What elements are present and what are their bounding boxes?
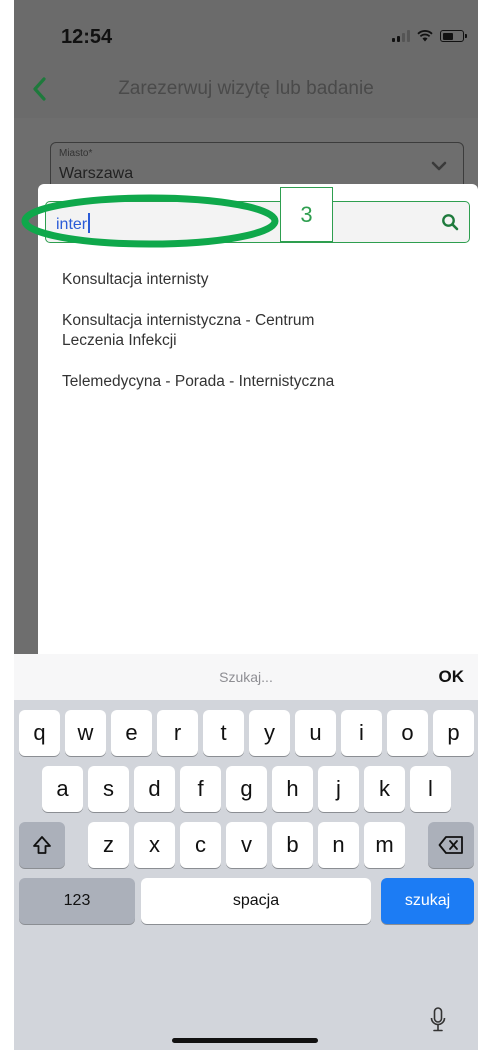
backspace-key[interactable] xyxy=(428,822,474,868)
key-i[interactable]: i xyxy=(341,710,382,756)
key-x[interactable]: x xyxy=(134,822,175,868)
key-u[interactable]: u xyxy=(295,710,336,756)
keyboard-placeholder: Szukaj... xyxy=(219,669,273,685)
signal-icon xyxy=(392,30,410,42)
key-n[interactable]: n xyxy=(318,822,359,868)
result-item-label: Konsultacja internisty xyxy=(62,271,209,288)
key-y[interactable]: y xyxy=(249,710,290,756)
key-p[interactable]: p xyxy=(433,710,474,756)
key-w[interactable]: w xyxy=(65,710,106,756)
key-e[interactable]: e xyxy=(111,710,152,756)
key-d[interactable]: d xyxy=(134,766,175,812)
wifi-icon xyxy=(417,30,433,42)
battery-icon xyxy=(440,30,467,42)
microphone-icon[interactable] xyxy=(430,1007,446,1033)
key-r[interactable]: r xyxy=(157,710,198,756)
result-item-label: Telemedycyna - Porada - Internistyczna xyxy=(62,373,335,390)
keyboard-ok-button[interactable]: OK xyxy=(439,667,465,687)
result-item-label: Konsultacja internistyczna - Centrum xyxy=(62,312,315,329)
results-list: Konsultacja internisty Konsultacja inter… xyxy=(62,270,462,413)
result-item[interactable]: Konsultacja internistyczna - Centrum Lec… xyxy=(62,311,462,351)
shift-icon xyxy=(33,836,51,854)
key-q[interactable]: q xyxy=(19,710,60,756)
key-k[interactable]: k xyxy=(364,766,405,812)
key-o[interactable]: o xyxy=(387,710,428,756)
city-value: Warszawa xyxy=(59,165,134,182)
search-modal: inter Konsultacja internisty Konsultacja… xyxy=(38,184,478,654)
step-number-badge: 3 xyxy=(280,187,333,242)
key-j[interactable]: j xyxy=(318,766,359,812)
city-label: Miasto* xyxy=(59,148,93,159)
key-m[interactable]: m xyxy=(364,822,405,868)
key-s[interactable]: s xyxy=(88,766,129,812)
numbers-key[interactable]: 123 xyxy=(19,878,135,924)
app-header: Zarezerwuj wizytę lub badanie xyxy=(14,62,478,118)
key-z[interactable]: z xyxy=(88,822,129,868)
keyboard: Szukaj... OK q w e r t y u i o p a s d f… xyxy=(14,654,478,1050)
search-key[interactable]: szukaj xyxy=(381,878,474,924)
chevron-down-icon xyxy=(431,161,447,171)
key-g[interactable]: g xyxy=(226,766,267,812)
key-c[interactable]: c xyxy=(180,822,221,868)
backspace-icon xyxy=(438,836,463,854)
status-time: 12:54 xyxy=(61,26,113,48)
key-h[interactable]: h xyxy=(272,766,313,812)
result-item-label-continued: Leczenia Infekcji xyxy=(62,332,177,349)
status-bar: 12:54 xyxy=(14,0,478,62)
space-key[interactable]: spacja xyxy=(141,878,371,924)
key-b[interactable]: b xyxy=(272,822,313,868)
page-title: Zarezerwuj wizytę lub badanie xyxy=(118,78,374,99)
status-icons xyxy=(392,30,467,42)
result-item[interactable]: Telemedycyna - Porada - Internistyczna xyxy=(62,372,462,392)
key-l[interactable]: l xyxy=(410,766,451,812)
key-f[interactable]: f xyxy=(180,766,221,812)
result-item[interactable]: Konsultacja internisty xyxy=(62,270,462,290)
key-a[interactable]: a xyxy=(42,766,83,812)
key-v[interactable]: v xyxy=(226,822,267,868)
phone-screen: 12:54 Zarezerwuj wizytę lub badanie Mias… xyxy=(14,0,478,1050)
annotation-ellipse xyxy=(21,194,279,248)
shift-key[interactable] xyxy=(19,822,65,868)
key-t[interactable]: t xyxy=(203,710,244,756)
keyboard-toolbar: Szukaj... OK xyxy=(14,654,478,700)
home-indicator xyxy=(172,1038,318,1043)
search-icon[interactable] xyxy=(441,213,459,231)
